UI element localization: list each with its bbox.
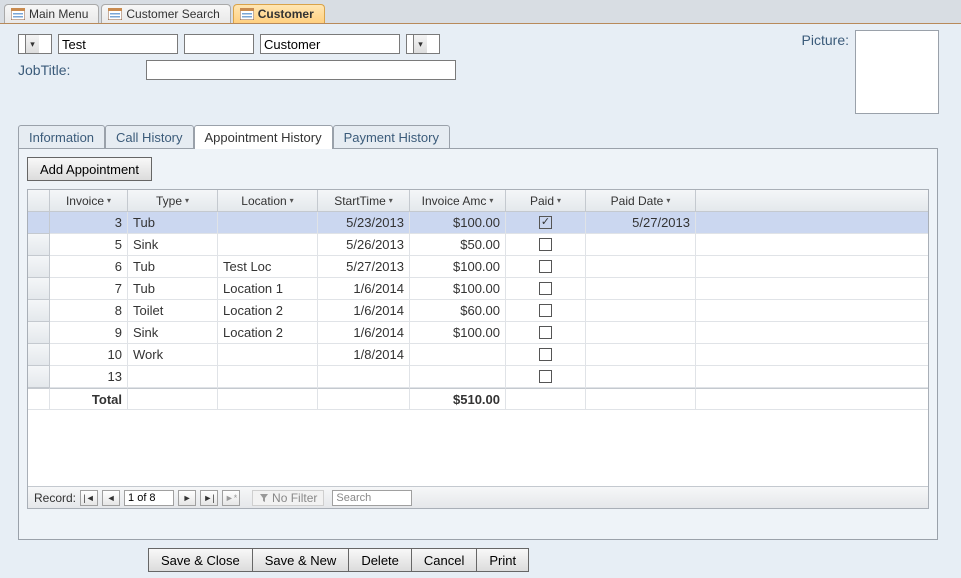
table-row[interactable]: 6TubTest Loc5/27/2013$100.00 xyxy=(28,256,928,278)
subtab-call-history[interactable]: Call History xyxy=(105,125,193,149)
nav-new-button[interactable]: ►* xyxy=(222,490,240,506)
table-row[interactable]: 7TubLocation 11/6/2014$100.00 xyxy=(28,278,928,300)
nav-first-button[interactable]: |◄ xyxy=(80,490,98,506)
jobtitle-label: JobTitle: xyxy=(18,62,70,78)
document-tab-strip: Main MenuCustomer SearchCustomer xyxy=(0,0,961,24)
chevron-down-icon: ▾ xyxy=(666,196,670,205)
row-selector[interactable] xyxy=(28,234,50,256)
appointments-grid[interactable]: Invoice▾Type▾Location▾StartTime▾Invoice … xyxy=(27,189,929,509)
grid-body: 3Tub5/23/2013$100.00✓5/27/20135Sink5/26/… xyxy=(28,212,928,388)
nav-prev-button[interactable]: ◄ xyxy=(102,490,120,506)
chevron-down-icon: ▾ xyxy=(107,196,111,205)
col-header-location[interactable]: Location▾ xyxy=(218,190,318,211)
paid-checkbox[interactable] xyxy=(539,370,552,383)
search-field[interactable] xyxy=(332,490,412,506)
suffix-combo[interactable]: ▾ xyxy=(406,34,440,54)
record-label: Record: xyxy=(34,491,76,505)
table-row[interactable]: 13 xyxy=(28,366,928,388)
doc-tab-customer-search[interactable]: Customer Search xyxy=(101,4,230,23)
row-selector[interactable] xyxy=(28,366,50,388)
save-new-button[interactable]: Save & New xyxy=(252,548,350,572)
chevron-down-icon: ▾ xyxy=(185,196,189,205)
form-action-bar: Save & Close Save & New Delete Cancel Pr… xyxy=(148,548,943,572)
row-selector[interactable] xyxy=(28,322,50,344)
nav-next-button[interactable]: ► xyxy=(178,490,196,506)
chevron-down-icon: ▾ xyxy=(290,196,294,205)
save-close-button[interactable]: Save & Close xyxy=(148,548,253,572)
total-amount: $510.00 xyxy=(410,388,506,410)
table-row[interactable]: 3Tub5/23/2013$100.00✓5/27/2013 xyxy=(28,212,928,234)
doc-tab-main-menu[interactable]: Main Menu xyxy=(4,4,99,23)
total-label: Total xyxy=(50,388,128,410)
paid-checkbox[interactable]: ✓ xyxy=(539,216,552,229)
col-header-paid[interactable]: Paid▾ xyxy=(506,190,586,211)
paid-checkbox[interactable] xyxy=(539,282,552,295)
chevron-down-icon: ▾ xyxy=(25,35,39,53)
col-header-type[interactable]: Type▾ xyxy=(128,190,218,211)
grid-header-row: Invoice▾Type▾Location▾StartTime▾Invoice … xyxy=(28,190,928,212)
paid-checkbox[interactable] xyxy=(539,260,552,273)
row-selector[interactable] xyxy=(28,344,50,366)
chevron-down-icon: ▾ xyxy=(413,35,427,53)
paid-checkbox[interactable] xyxy=(539,304,552,317)
col-header-starttime[interactable]: StartTime▾ xyxy=(318,190,410,211)
paid-checkbox[interactable] xyxy=(539,326,552,339)
first-name-field[interactable] xyxy=(58,34,178,54)
nav-last-button[interactable]: ►| xyxy=(200,490,218,506)
print-button[interactable]: Print xyxy=(476,548,529,572)
col-header-invoice[interactable]: Invoice▾ xyxy=(50,190,128,211)
row-selector[interactable] xyxy=(28,300,50,322)
table-row[interactable]: 10Work1/8/2014 xyxy=(28,344,928,366)
row-selector[interactable] xyxy=(28,278,50,300)
table-row[interactable]: 5Sink5/26/2013$50.00 xyxy=(28,234,928,256)
col-header-paid-date[interactable]: Paid Date▾ xyxy=(586,190,696,211)
chevron-down-icon: ▾ xyxy=(557,196,561,205)
add-appointment-button[interactable]: Add Appointment xyxy=(27,157,152,181)
table-row[interactable]: 9SinkLocation 21/6/2014$100.00 xyxy=(28,322,928,344)
cancel-button[interactable]: Cancel xyxy=(411,548,477,572)
subtab-payment-history[interactable]: Payment History xyxy=(333,125,450,149)
jobtitle-field[interactable] xyxy=(146,60,456,80)
doc-tab-customer[interactable]: Customer xyxy=(233,4,325,23)
record-navigator: Record: |◄ ◄ ► ►| ►* No Filter xyxy=(28,486,928,508)
chevron-down-icon: ▾ xyxy=(389,196,393,205)
row-selector-header[interactable] xyxy=(28,190,50,211)
record-position-field[interactable] xyxy=(124,490,174,506)
delete-button[interactable]: Delete xyxy=(348,548,412,572)
col-header-invoice-amc[interactable]: Invoice Amc▾ xyxy=(410,190,506,211)
subtab-appointment-history[interactable]: Appointment History xyxy=(194,125,333,149)
grid-total-row: Total $510.00 xyxy=(28,388,928,410)
customer-subtab-strip: InformationCall HistoryAppointment Histo… xyxy=(18,124,943,148)
chevron-down-icon: ▾ xyxy=(489,196,493,205)
paid-checkbox[interactable] xyxy=(539,348,552,361)
middle-name-field[interactable] xyxy=(184,34,254,54)
subtab-information[interactable]: Information xyxy=(18,125,105,149)
filter-icon xyxy=(259,493,269,503)
appointment-history-page: Add Appointment Invoice▾Type▾Location▾St… xyxy=(18,148,938,540)
last-name-field[interactable] xyxy=(260,34,400,54)
prefix-combo[interactable]: ▾ xyxy=(18,34,52,54)
row-selector[interactable] xyxy=(28,212,50,234)
paid-checkbox[interactable] xyxy=(539,238,552,251)
row-selector[interactable] xyxy=(28,256,50,278)
picture-box[interactable] xyxy=(855,30,939,114)
picture-label: Picture: xyxy=(802,32,849,48)
customer-form: ▾ ▾ JobTitle: Picture: InformationCall H… xyxy=(0,24,961,578)
table-row[interactable]: 8ToiletLocation 21/6/2014$60.00 xyxy=(28,300,928,322)
no-filter-indicator[interactable]: No Filter xyxy=(252,490,324,506)
